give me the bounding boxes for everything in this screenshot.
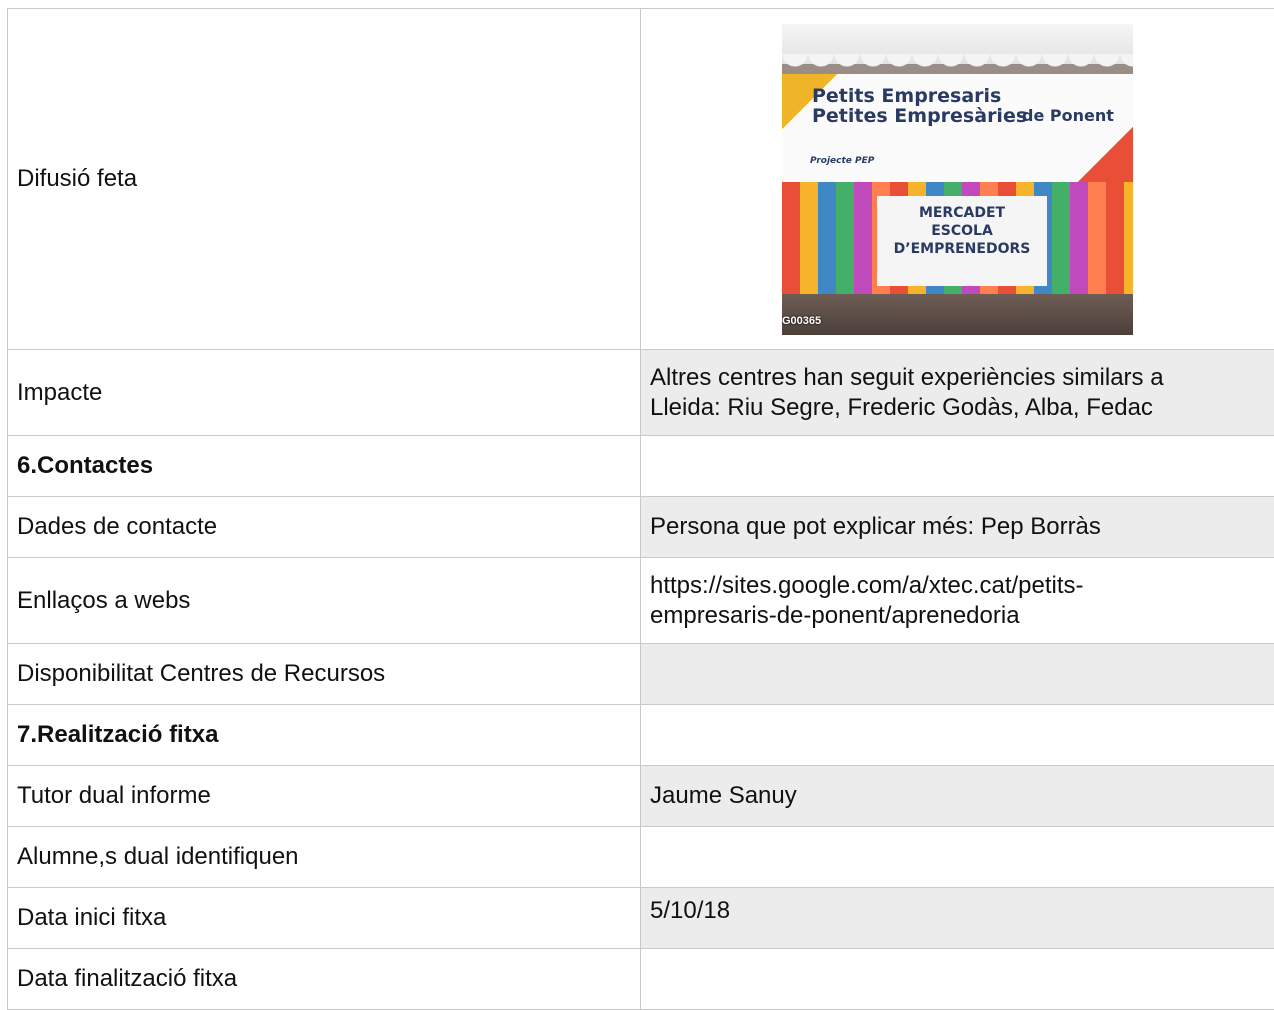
label-data-final: Data finalització fitxa: [8, 949, 641, 1010]
photo-project: Projecte PEP: [810, 146, 874, 176]
value-tutor: Jaume Sanuy: [641, 766, 1274, 827]
photo-title-2: Petites Empresàries: [812, 105, 1027, 127]
row-data-inici: Data inici fitxa 5/10/18: [8, 888, 1274, 949]
row-realitzacio: 7.Realització fitxa: [8, 705, 1274, 766]
label-impacte: Impacte: [8, 350, 641, 436]
value-impacte: Altres centres han seguit experiències s…: [641, 350, 1274, 436]
row-data-final: Data finalització fitxa: [8, 949, 1274, 1010]
row-dades: Dades de contacte Persona que pot explic…: [8, 497, 1274, 558]
sign-line-3: D’EMPRENEDORS: [894, 241, 1031, 257]
impacte-line-1: Altres centres han seguit experiències s…: [650, 364, 1164, 391]
row-difusio: Difusió feta Petits EmpresarisPetites Em…: [8, 9, 1274, 350]
value-disponibilitat: [641, 644, 1274, 705]
banner-photo: Petits EmpresarisPetites Empresàries de …: [782, 24, 1133, 335]
fitxa-table: Difusió feta Petits EmpresarisPetites Em…: [7, 8, 1274, 1010]
impacte-line-2: Lleida: Riu Segre, Frederic Godàs, Alba,…: [650, 394, 1153, 421]
row-enllacos: Enllaços a webs https://sites.google.com…: [8, 558, 1274, 644]
row-contactes: 6.Contactes: [8, 436, 1274, 497]
sign-line-1: MERCADET: [919, 205, 1005, 221]
row-disponibilitat: Disponibilitat Centres de Recursos: [8, 644, 1274, 705]
photo-subtitle: de Ponent: [1022, 101, 1114, 131]
photo-watermark: G00365: [782, 306, 821, 335]
value-data-inici: 5/10/18: [641, 888, 1274, 949]
label-enllacos: Enllaços a webs: [8, 558, 641, 644]
web-link-line-1[interactable]: https://sites.google.com/a/xtec.cat/peti…: [650, 572, 1084, 599]
label-tutor: Tutor dual informe: [8, 766, 641, 827]
label-disponibilitat: Disponibilitat Centres de Recursos: [8, 644, 641, 705]
value-enllacos[interactable]: https://sites.google.com/a/xtec.cat/peti…: [641, 558, 1274, 644]
value-difusio: Petits EmpresarisPetites Empresàries de …: [641, 9, 1274, 350]
label-difusio: Difusió feta: [8, 9, 641, 350]
value-dades: Persona que pot explicar més: Pep Borràs: [641, 497, 1274, 558]
value-data-final: [641, 949, 1274, 1010]
web-link-line-2[interactable]: empresaris-de-ponent/aprenedoria: [650, 602, 1020, 629]
value-realitzacio: [641, 705, 1274, 766]
value-alumnes: [641, 827, 1274, 888]
label-dades: Dades de contacte: [8, 497, 641, 558]
sign-line-2: ESCOLA: [931, 223, 993, 239]
label-alumnes: Alumne,s dual identifiquen: [8, 827, 641, 888]
row-impacte: Impacte Altres centres han seguit experi…: [8, 350, 1274, 436]
section-realitzacio: 7.Realització fitxa: [8, 705, 641, 766]
label-data-inici: Data inici fitxa: [8, 888, 641, 949]
section-contactes: 6.Contactes: [8, 436, 641, 497]
row-tutor: Tutor dual informe Jaume Sanuy: [8, 766, 1274, 827]
photo-title-1: Petits Empresaris: [812, 85, 1001, 107]
value-contactes: [641, 436, 1274, 497]
row-alumnes: Alumne,s dual identifiquen: [8, 827, 1274, 888]
